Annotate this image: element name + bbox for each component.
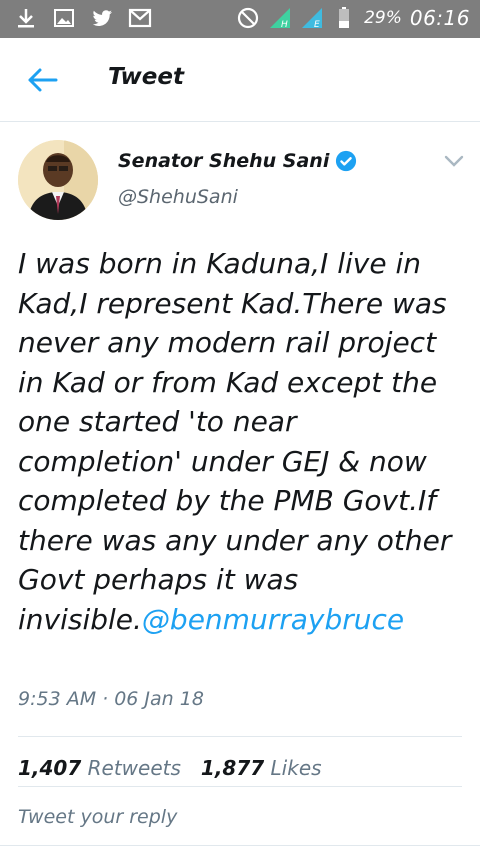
signal-icon: E [302,8,323,30]
retweets-label: Retweets [87,756,181,780]
battery-percent: 29% [364,8,402,28]
tweet-stats: 1,407 Retweets 1,877 Likes [18,756,322,780]
divider [18,736,462,737]
image-icon [54,9,74,27]
app-header: Tweet [0,38,480,122]
clock: 06:16 [409,6,470,30]
retweets-stat[interactable]: 1,407 Retweets [18,756,181,780]
chevron-down-icon[interactable] [444,154,464,168]
download-icon [18,9,34,28]
avatar[interactable] [18,140,98,220]
tweet-timestamp: 9:53 AM · 06 Jan 18 [18,688,204,710]
status-bar-notifications [14,6,152,30]
likes-count: 1,877 [200,756,265,780]
svg-text:E: E [314,20,320,30]
page-title: Tweet [108,64,184,90]
tweet-body: I was born in Kaduna,I live in Kad,I rep… [18,247,452,636]
mention-link[interactable]: @benmurraybruce [142,603,404,636]
twitter-icon [92,10,112,26]
back-arrow-icon[interactable] [26,66,58,94]
tweet-text: I was born in Kaduna,I live in Kad,I rep… [18,244,464,639]
gmail-icon [128,8,152,28]
likes-label: Likes [270,756,322,780]
status-bar-system: H E 29% 06:16 [236,6,470,30]
verified-badge-icon [336,150,357,172]
author-name[interactable]: Senator Shehu Sani [118,150,357,172]
divider [0,845,480,846]
svg-text:H: H [281,20,288,30]
do-not-disturb-icon [237,7,259,29]
status-bar: H E 29% 06:16 [0,0,480,38]
avatar-image [18,140,98,220]
signal-icon: H [270,8,291,30]
likes-stat[interactable]: 1,877 Likes [201,756,322,780]
author-handle[interactable]: @ShehuSani [118,186,238,208]
author-name-text: Senator Shehu Sani [118,150,330,172]
retweets-count: 1,407 [18,756,82,780]
reply-input[interactable]: Tweet your reply [18,806,177,828]
divider [18,786,462,787]
battery-icon [339,7,350,28]
